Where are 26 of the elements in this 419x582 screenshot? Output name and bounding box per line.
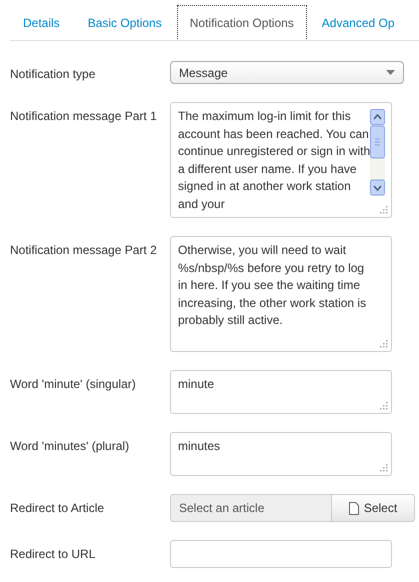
message-field[interactable]: Otherwise, you will need to wait %s/nbsp/%s before you retry to log in here. If you see the waiting time increasing, the other work station is probably still active. [170, 236, 392, 352]
field-label: Notification message Part 1 [10, 108, 158, 125]
field-label: Word 'minutes' (plural) [10, 438, 130, 455]
field-label: Notification message Part 2 [10, 242, 158, 259]
field-label: Word 'minute' (singular) [10, 376, 137, 393]
tab[interactable]: Details [10, 5, 73, 40]
tab[interactable]: Notification Options [176, 5, 307, 40]
resize-grip-icon[interactable] [379, 205, 388, 214]
resize-grip-icon[interactable] [379, 463, 388, 472]
resize-grip-icon[interactable] [379, 401, 388, 410]
type-dropdown[interactable]: Message [170, 61, 404, 84]
resize-grip-icon[interactable] [379, 339, 388, 348]
tab[interactable]: Advanced Op [308, 5, 408, 40]
article-field[interactable]: Select an article [170, 494, 331, 522]
message-field[interactable]: minute [170, 370, 392, 414]
message-field[interactable]: The maximum log-in limit for this account has been reached. You can continue unregistered or sign in with a different user name. If you have signed in at another work station and your [170, 102, 392, 218]
field-label: Notification type [10, 66, 96, 83]
tab[interactable]: Basic Options [74, 5, 175, 40]
field-label: Redirect to URL [10, 546, 96, 563]
url-field[interactable] [170, 540, 392, 568]
select-button[interactable]: Select [331, 494, 415, 522]
field-label: Redirect to Article [10, 500, 106, 517]
message-field[interactable]: minutes [170, 432, 392, 476]
document-icon [348, 502, 359, 514]
scrollbar[interactable] [370, 109, 385, 196]
caret-icon [386, 70, 395, 75]
